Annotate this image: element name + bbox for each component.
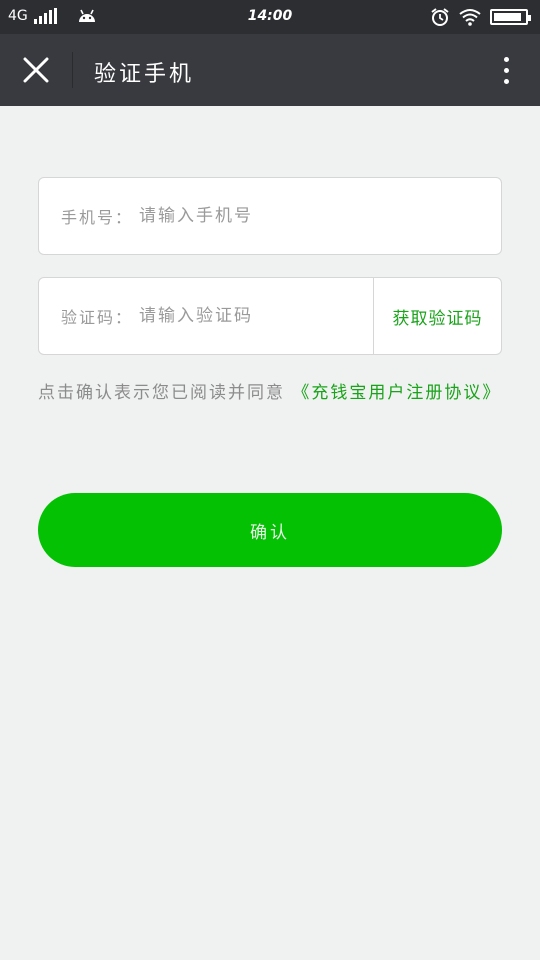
battery-level: [494, 13, 521, 21]
app-bar-divider: [72, 52, 73, 88]
confirm-button[interactable]: 确认: [38, 493, 502, 567]
page-title: 验证手机: [94, 62, 195, 87]
phone-input[interactable]: [139, 178, 501, 254]
more-button[interactable]: [494, 52, 518, 88]
agreement-text: 点击确认表示您已阅读并同意 《充钱宝用户注册协议》: [38, 378, 502, 408]
status-bar: 4G 14:00: [0, 0, 540, 34]
alarm-icon: [431, 8, 449, 26]
phone-label: 手机号：: [61, 208, 134, 227]
close-icon: [23, 57, 49, 83]
get-code-button[interactable]: 获取验证码: [373, 278, 501, 354]
code-input[interactable]: [139, 278, 373, 354]
agreement-link[interactable]: 《充钱宝用户注册协议》: [292, 383, 501, 403]
battery-icon: [490, 9, 531, 25]
more-vert-icon: [503, 56, 509, 84]
agreement-prefix: 点击确认表示您已阅读并同意: [38, 383, 285, 403]
code-label: 验证码：: [61, 308, 134, 327]
wifi-icon: [459, 9, 481, 26]
close-button[interactable]: [16, 50, 56, 90]
code-field: 验证码： 获取验证码: [38, 277, 502, 355]
phone-field: 手机号：: [38, 177, 502, 255]
app-bar: 验证手机: [0, 34, 540, 106]
status-right: [430, 7, 531, 27]
